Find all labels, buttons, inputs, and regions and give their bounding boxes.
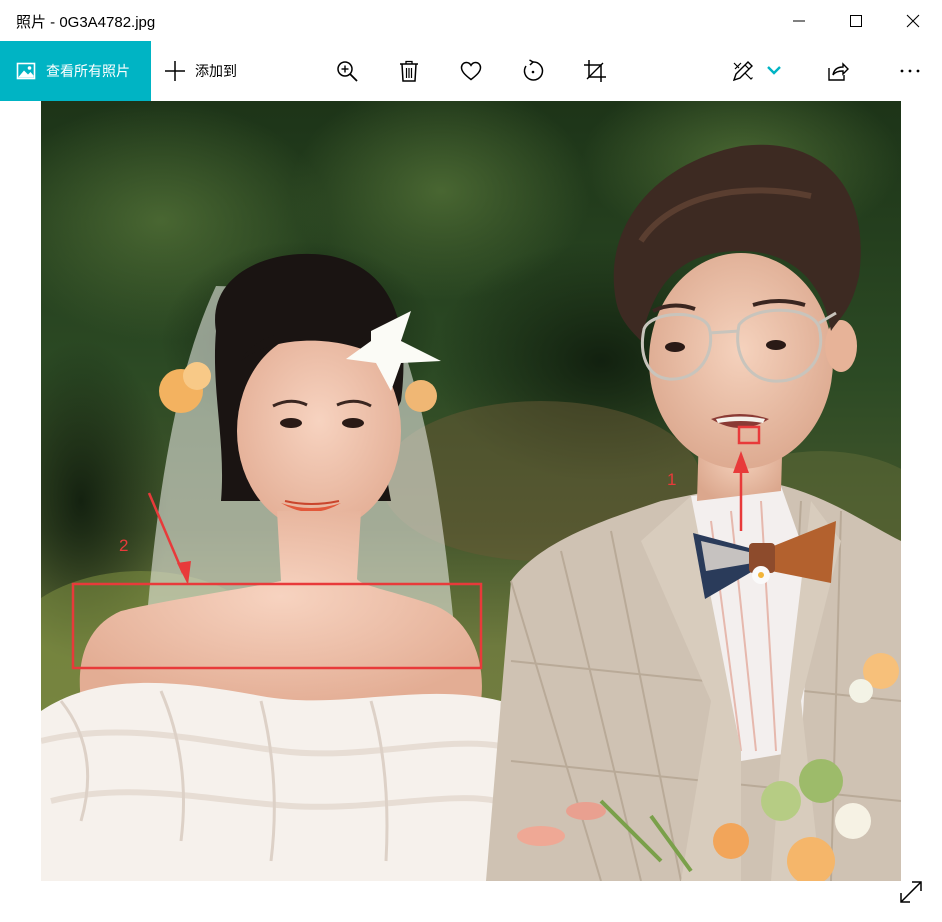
toolbar: 查看所有照片 添加到 (0, 41, 942, 101)
close-icon (906, 14, 919, 27)
favorite-button[interactable] (459, 59, 483, 83)
edit-create-button[interactable] (731, 59, 755, 83)
annotation-label-1: 1 (667, 470, 677, 489)
add-to-button[interactable]: 添加到 (164, 41, 237, 101)
zoom-in-button[interactable] (335, 59, 359, 83)
close-button[interactable] (884, 0, 941, 41)
expand-icon (900, 881, 922, 903)
annotation-label-2: 2 (119, 536, 129, 555)
maximize-button[interactable] (827, 0, 884, 41)
minimize-icon (792, 20, 805, 21)
zoom-in-icon (337, 61, 358, 82)
edit-dropdown-button[interactable] (762, 59, 781, 83)
crop-icon (584, 60, 606, 82)
chevron-down-icon (767, 66, 781, 75)
see-all-photos-button[interactable]: 查看所有照片 (0, 41, 151, 101)
see-all-photos-label: 查看所有照片 (46, 63, 130, 79)
wedding-photo (41, 101, 901, 881)
photo-gallery-icon (16, 62, 36, 80)
maximize-icon (849, 14, 862, 27)
full-screen-button[interactable] (898, 879, 924, 905)
crop-button[interactable] (583, 59, 607, 83)
delete-button[interactable] (397, 59, 421, 83)
edit-icon (732, 61, 753, 82)
plus-icon (165, 61, 185, 81)
title-bar: 照片 - 0G3A4782.jpg (0, 0, 942, 41)
delete-icon (400, 60, 418, 82)
share-button[interactable] (826, 59, 850, 83)
window-title: 照片 - 0G3A4782.jpg (16, 14, 156, 31)
rotate-button[interactable] (521, 59, 545, 83)
photo-viewer[interactable] (41, 101, 901, 881)
rotate-icon (523, 59, 544, 81)
favorite-icon (460, 61, 482, 81)
share-icon (828, 62, 849, 81)
minimize-button[interactable] (770, 0, 827, 41)
add-to-label: 添加到 (195, 63, 237, 79)
more-options-button[interactable] (898, 59, 922, 83)
more-icon (900, 69, 920, 73)
